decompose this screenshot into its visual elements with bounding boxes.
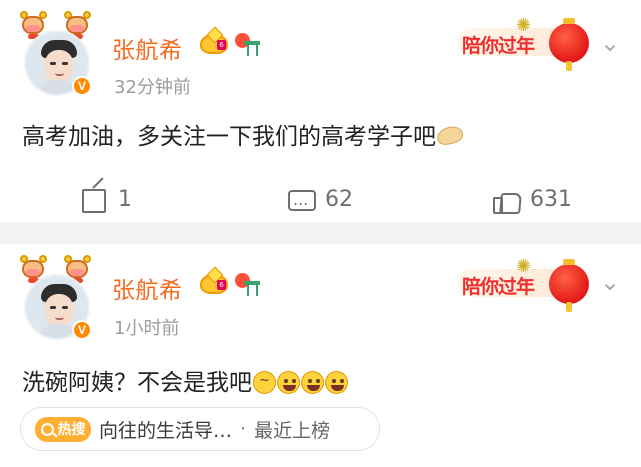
share-count: 1: [118, 186, 132, 212]
firework-icon: ✺: [516, 15, 532, 36]
post-time: 1小时前: [114, 318, 180, 339]
lantern-icon: [549, 18, 589, 71]
dizzy-emoji-icon: [253, 371, 276, 394]
hot-search-logo: 热搜: [35, 416, 91, 442]
chevron-down-icon[interactable]: ⌄: [598, 31, 622, 55]
author-name[interactable]: 张航希: [112, 31, 183, 65]
crown-level-number: 6: [217, 40, 226, 50]
newyear-badge[interactable]: 陪你过年 ✺: [458, 256, 594, 312]
grin-emoji-icon: [325, 371, 348, 394]
firework-icon: ✺: [516, 256, 532, 277]
lantern-icon: [549, 259, 589, 312]
weibo-post-2: V 张航希 6 1小时前 陪你过年 ✺ ⌄ 洗碗阿姨？不会是我吧 热搜 向往的生…: [0, 244, 641, 467]
comment-icon: [287, 185, 316, 213]
pray-emoji-icon: [435, 123, 465, 148]
post-text: 洗碗阿姨？不会是我吧: [22, 363, 348, 397]
post-text-content: 高考加油，多关注一下我们的高考学子吧: [22, 124, 436, 150]
author-avatar-group[interactable]: V: [18, 254, 100, 340]
hot-search-title: 向往的生活导…: [99, 419, 233, 442]
hot-search-logo-text: 热搜: [57, 422, 86, 438]
hot-search-tag[interactable]: 热搜 向往的生活导… · 最近上榜: [20, 407, 380, 451]
chevron-down-icon[interactable]: ⌄: [598, 270, 622, 294]
post-time: 32分钟前: [114, 77, 191, 98]
verified-badge-icon: V: [72, 320, 92, 340]
festival-badge-icon: [235, 33, 261, 57]
post-text: 高考加油，多关注一下我们的高考学子吧: [22, 117, 465, 151]
author-avatar-group[interactable]: V: [18, 10, 100, 96]
like-button[interactable]: 631: [492, 184, 572, 214]
search-icon: [40, 422, 54, 436]
festival-badge-icon: [235, 273, 261, 297]
user-badges[interactable]: 6: [200, 31, 270, 57]
post-actions: 1 62 631: [0, 180, 641, 220]
like-count: 631: [530, 186, 572, 212]
verified-badge-icon: V: [72, 76, 92, 96]
user-badges[interactable]: 6: [200, 271, 270, 297]
author-name[interactable]: 张航希: [112, 271, 183, 305]
crown-level-number: 6: [217, 280, 226, 290]
comment-button[interactable]: 62: [287, 184, 353, 214]
post-text-content: 洗碗阿姨？不会是我吧: [22, 370, 252, 396]
grin-emoji-icon: [277, 371, 300, 394]
weibo-post-1: V 张航希 6 32分钟前 陪你过年 ✺ ⌄ 高考加油，多关注一下我们的高考学子…: [0, 0, 641, 222]
hot-search-separator: ·: [240, 418, 247, 440]
share-button[interactable]: 1: [80, 184, 132, 214]
hot-search-rank: 最近上榜: [254, 419, 331, 442]
grin-emoji-icon: [301, 371, 324, 394]
post-divider: [0, 222, 641, 244]
newyear-badge[interactable]: 陪你过年 ✺: [458, 15, 594, 71]
share-icon: [80, 185, 108, 213]
comment-count: 62: [325, 186, 353, 212]
like-icon: [492, 185, 520, 214]
